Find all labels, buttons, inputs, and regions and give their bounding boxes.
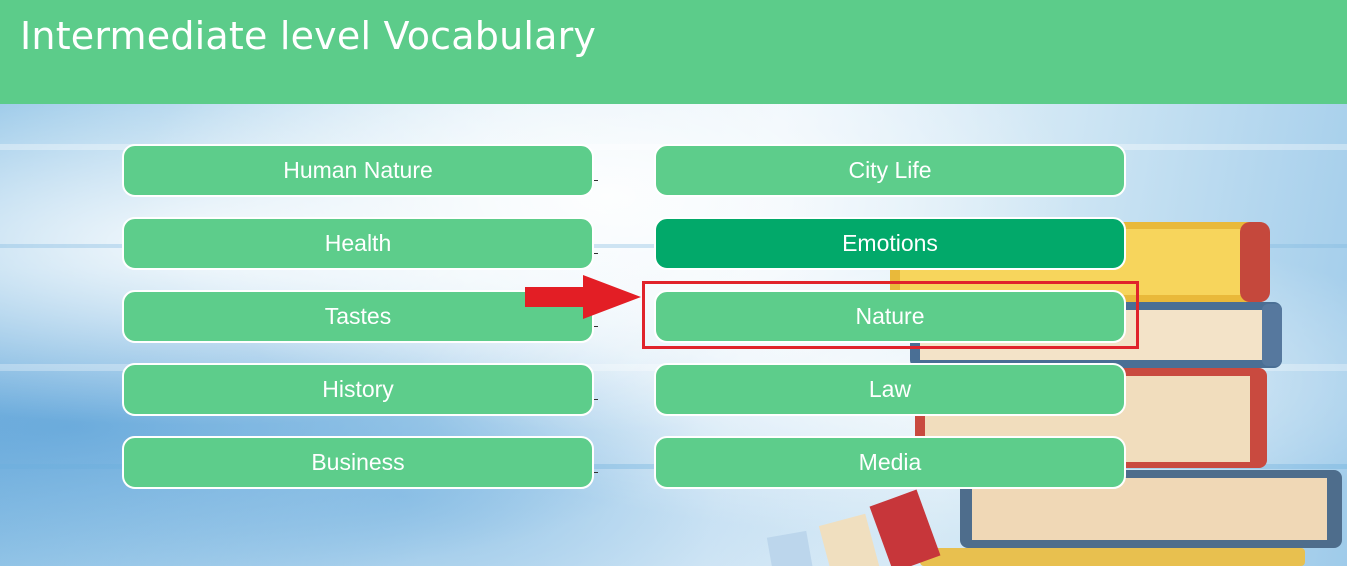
header-bar: Intermediate level Vocabulary (0, 0, 1347, 104)
topic-button-history[interactable]: History (122, 363, 594, 416)
divider-tick (594, 326, 598, 327)
topic-button-health[interactable]: Health (122, 217, 594, 270)
divider-tick (594, 180, 598, 181)
divider-tick (594, 472, 598, 473)
topic-button-law[interactable]: Law (654, 363, 1126, 416)
red-right-arrow-icon (525, 275, 641, 319)
highlight-box (642, 281, 1139, 349)
page-title: Intermediate level Vocabulary (20, 14, 597, 58)
topic-button-tastes[interactable]: Tastes (122, 290, 594, 343)
topic-button-business[interactable]: Business (122, 436, 594, 489)
topic-button-city-life[interactable]: City Life (654, 144, 1126, 197)
topic-button-emotions[interactable]: Emotions (654, 217, 1126, 270)
divider-tick (594, 399, 598, 400)
divider-tick (594, 253, 598, 254)
topic-button-media[interactable]: Media (654, 436, 1126, 489)
topic-button-human-nature[interactable]: Human Nature (122, 144, 594, 197)
